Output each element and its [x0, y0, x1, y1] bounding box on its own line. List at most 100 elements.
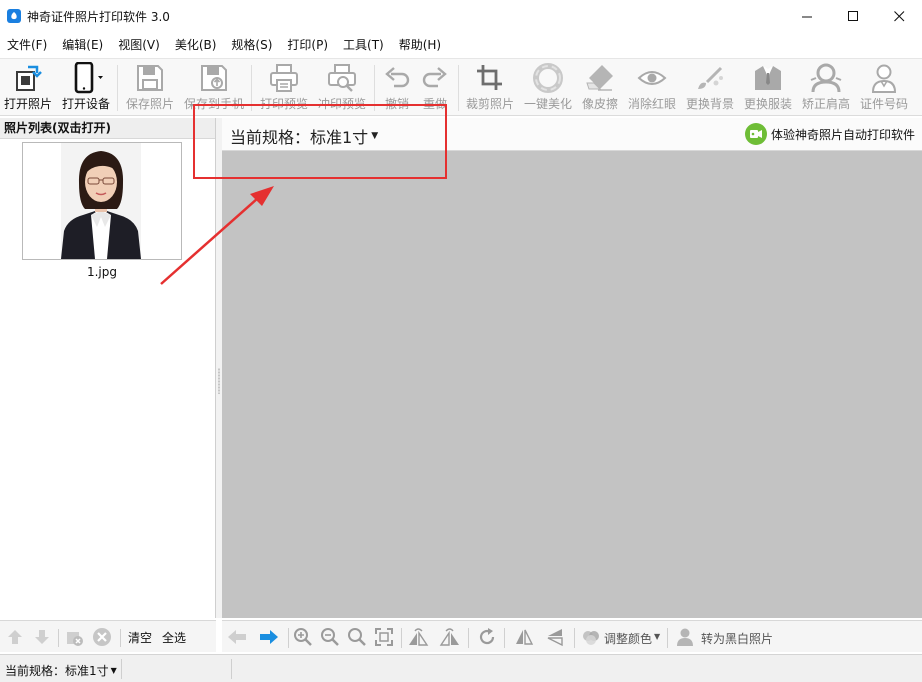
refresh-button[interactable] [476, 626, 498, 648]
flip-horizontal-button[interactable] [513, 626, 535, 648]
save-photo-button[interactable]: 保存照片 [124, 61, 176, 115]
arrow-left-icon [228, 630, 246, 644]
change-clothes-button[interactable]: 更换服装 [742, 61, 794, 115]
minimize-button[interactable] [784, 0, 830, 32]
main-toolbar: 打开照片 打开设备 保存照片 保存到手机 打印预览 冲印预览 撤销 重做 裁剪照… [0, 58, 922, 116]
change-clothes-label: 更换服装 [743, 97, 792, 111]
zoom-in-button[interactable] [292, 626, 314, 648]
toolbar-separator [251, 65, 252, 111]
current-spec-text: 当前规格：标准1寸 [230, 128, 369, 147]
maximize-icon [847, 10, 858, 21]
current-spec-dropdown[interactable]: 当前规格：标准1寸 ▼ [230, 124, 378, 148]
status-spec-dropdown[interactable]: 当前规格：标准1寸 ▼ [5, 662, 117, 679]
actual-size-button[interactable] [346, 626, 368, 648]
close-button[interactable] [876, 0, 922, 32]
status-spec-text: 当前规格：标准1寸 [5, 664, 109, 678]
rotate-left-button[interactable] [407, 626, 429, 648]
undo-label: 撤销 [384, 97, 409, 111]
menu-view[interactable]: 视图(V) [111, 34, 168, 56]
title-bar: 神奇证件照片打印软件 3.0 [0, 0, 922, 32]
clear-button[interactable]: 清空 [128, 629, 152, 646]
delete-photo-button[interactable] [64, 627, 84, 647]
fix-shoulders-button[interactable]: 矫正肩高 [800, 61, 852, 115]
arrow-down-icon [35, 630, 49, 644]
menu-spec[interactable]: 规格(S) [224, 34, 280, 56]
menu-print[interactable]: 打印(P) [280, 34, 336, 56]
open-photo-button[interactable]: 打开照片 [3, 61, 53, 115]
save-to-phone-label: 保存到手机 [183, 97, 244, 111]
printer-icon [268, 61, 300, 95]
redo-button[interactable]: 重做 [418, 61, 452, 115]
print-preview-button[interactable]: 打印预览 [257, 61, 311, 115]
toolbar-separator [58, 629, 59, 647]
canvas-toolbar: 调整颜色 ▼ 转为黑白照片 [222, 620, 922, 652]
menu-edit[interactable]: 编辑(E) [55, 34, 111, 56]
undo-icon [382, 61, 412, 95]
refresh-icon [479, 628, 495, 645]
minimize-icon [801, 16, 812, 17]
flip-horizontal-icon [516, 629, 534, 645]
previous-photo-button[interactable] [226, 626, 248, 648]
splitter-grip [218, 368, 220, 394]
undo-button[interactable]: 撤销 [380, 61, 414, 115]
menu-beautify[interactable]: 美化(B) [168, 34, 225, 56]
menu-bar: 文件(F) 编辑(E) 视图(V) 美化(B) 规格(S) 打印(P) 工具(T… [0, 34, 922, 56]
photo-filename: 1.jpg [86, 265, 118, 279]
crop-photo-label: 裁剪照片 [465, 97, 514, 111]
arrow-right-icon [260, 630, 278, 644]
open-device-label: 打开设备 [61, 97, 110, 111]
adjust-color-button[interactable]: 调整颜色 [604, 630, 652, 647]
save-to-phone-button[interactable]: 保存到手机 [182, 61, 246, 115]
arrow-up-icon [8, 630, 22, 644]
move-down-button[interactable] [32, 627, 52, 647]
crop-icon [475, 61, 505, 95]
change-background-label: 更换背景 [685, 97, 734, 111]
flip-vertical-button[interactable] [544, 626, 566, 648]
promo-text: 体验神奇照片自动打印软件 [770, 127, 915, 142]
person-shoulders-icon [810, 61, 842, 95]
maximize-button[interactable] [830, 0, 876, 32]
menu-file[interactable]: 文件(F) [0, 34, 55, 56]
brush-icon [694, 61, 726, 95]
to-black-white-button[interactable]: 转为黑白照片 [701, 630, 773, 647]
phone-icon [66, 61, 106, 95]
toolbar-separator [667, 628, 668, 648]
menu-help[interactable]: 帮助(H) [392, 34, 449, 56]
redo-icon [420, 61, 450, 95]
next-photo-button[interactable] [258, 626, 280, 648]
photo-canvas[interactable]: 当前规格：标准1寸 ▼ 体验神奇照片自动打印软件 [222, 118, 922, 618]
eraser-label: 像皮擦 [581, 97, 618, 111]
toolbar-separator [374, 65, 375, 111]
open-photo-icon [13, 61, 43, 95]
remove-button[interactable] [92, 627, 112, 647]
select-all-button[interactable]: 全选 [162, 629, 186, 646]
rotate-right-button[interactable] [439, 626, 461, 648]
toolbar-separator [468, 628, 469, 648]
fit-to-window-button[interactable] [373, 626, 395, 648]
toolbar-separator [117, 65, 118, 111]
one-click-beautify-button[interactable]: 一键美化 [522, 61, 574, 115]
save-photo-label: 保存照片 [125, 97, 174, 111]
status-bar: 当前规格：标准1寸 ▼ [0, 654, 922, 682]
menu-tools[interactable]: 工具(T) [336, 34, 392, 56]
zoom-out-button[interactable] [319, 626, 341, 648]
id-number-button[interactable]: 证件号码 [858, 61, 910, 115]
close-icon [893, 10, 904, 21]
toolbar-separator [504, 628, 505, 648]
toolbar-separator [120, 629, 121, 647]
move-up-button[interactable] [5, 627, 25, 647]
open-device-button[interactable]: 打开设备 [61, 61, 111, 115]
remove-red-eye-label: 消除红眼 [627, 97, 676, 111]
print-preview-label: 打印预览 [259, 97, 308, 111]
adjust-color-icon [580, 626, 602, 648]
change-background-button[interactable]: 更换背景 [684, 61, 736, 115]
photo-thumbnail[interactable] [22, 142, 182, 260]
eraser-button[interactable]: 像皮擦 [578, 61, 622, 115]
chevron-down-icon: ▼ [110, 666, 117, 675]
promo-link[interactable]: 体验神奇照片自动打印软件 [744, 123, 915, 145]
remove-red-eye-button[interactable]: 消除红眼 [626, 61, 678, 115]
crop-photo-button[interactable]: 裁剪照片 [464, 61, 516, 115]
eye-icon [637, 61, 667, 95]
develop-preview-button[interactable]: 冲印预览 [315, 61, 369, 115]
develop-preview-label: 冲印预览 [317, 97, 366, 111]
